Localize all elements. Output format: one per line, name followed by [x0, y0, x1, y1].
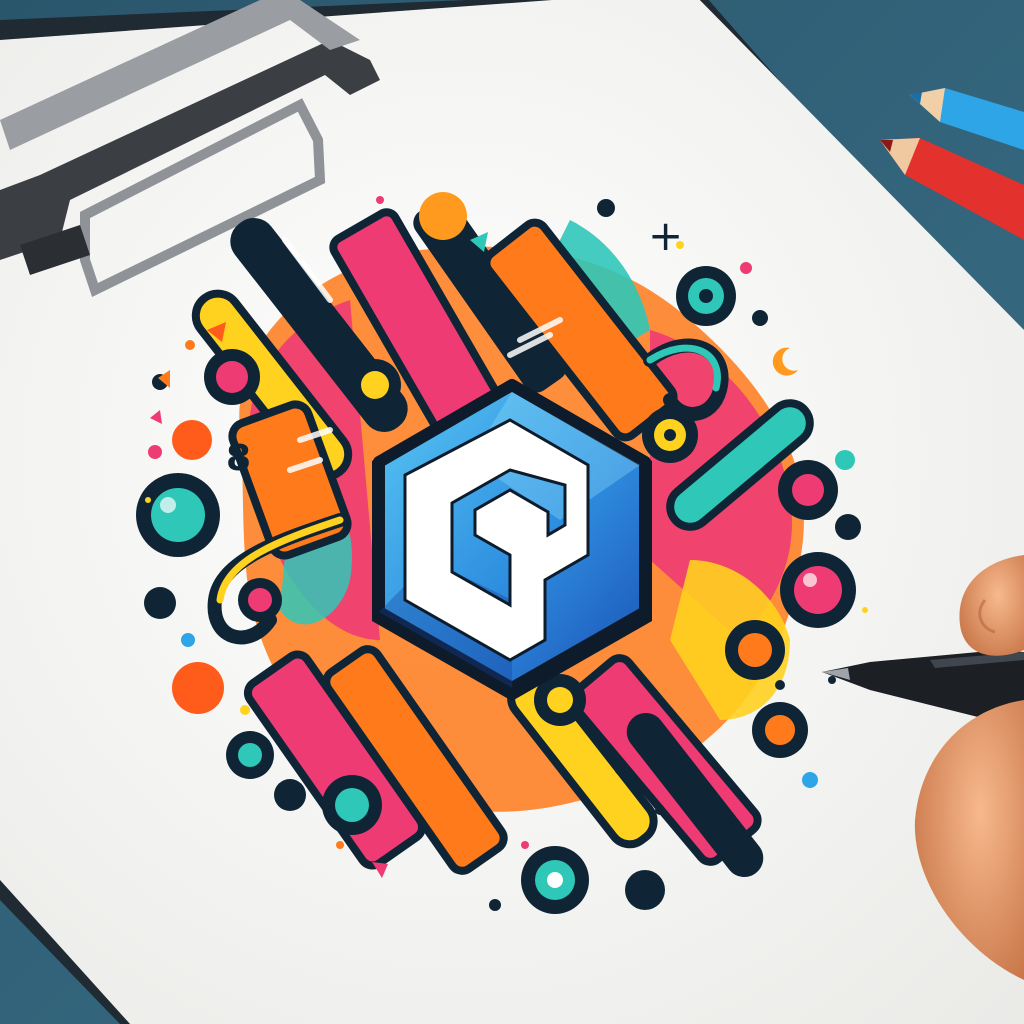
- digit-eight-glyph: 8: [226, 438, 251, 479]
- scene: + 8: [0, 0, 1024, 1024]
- plus-icon: +: [648, 211, 683, 260]
